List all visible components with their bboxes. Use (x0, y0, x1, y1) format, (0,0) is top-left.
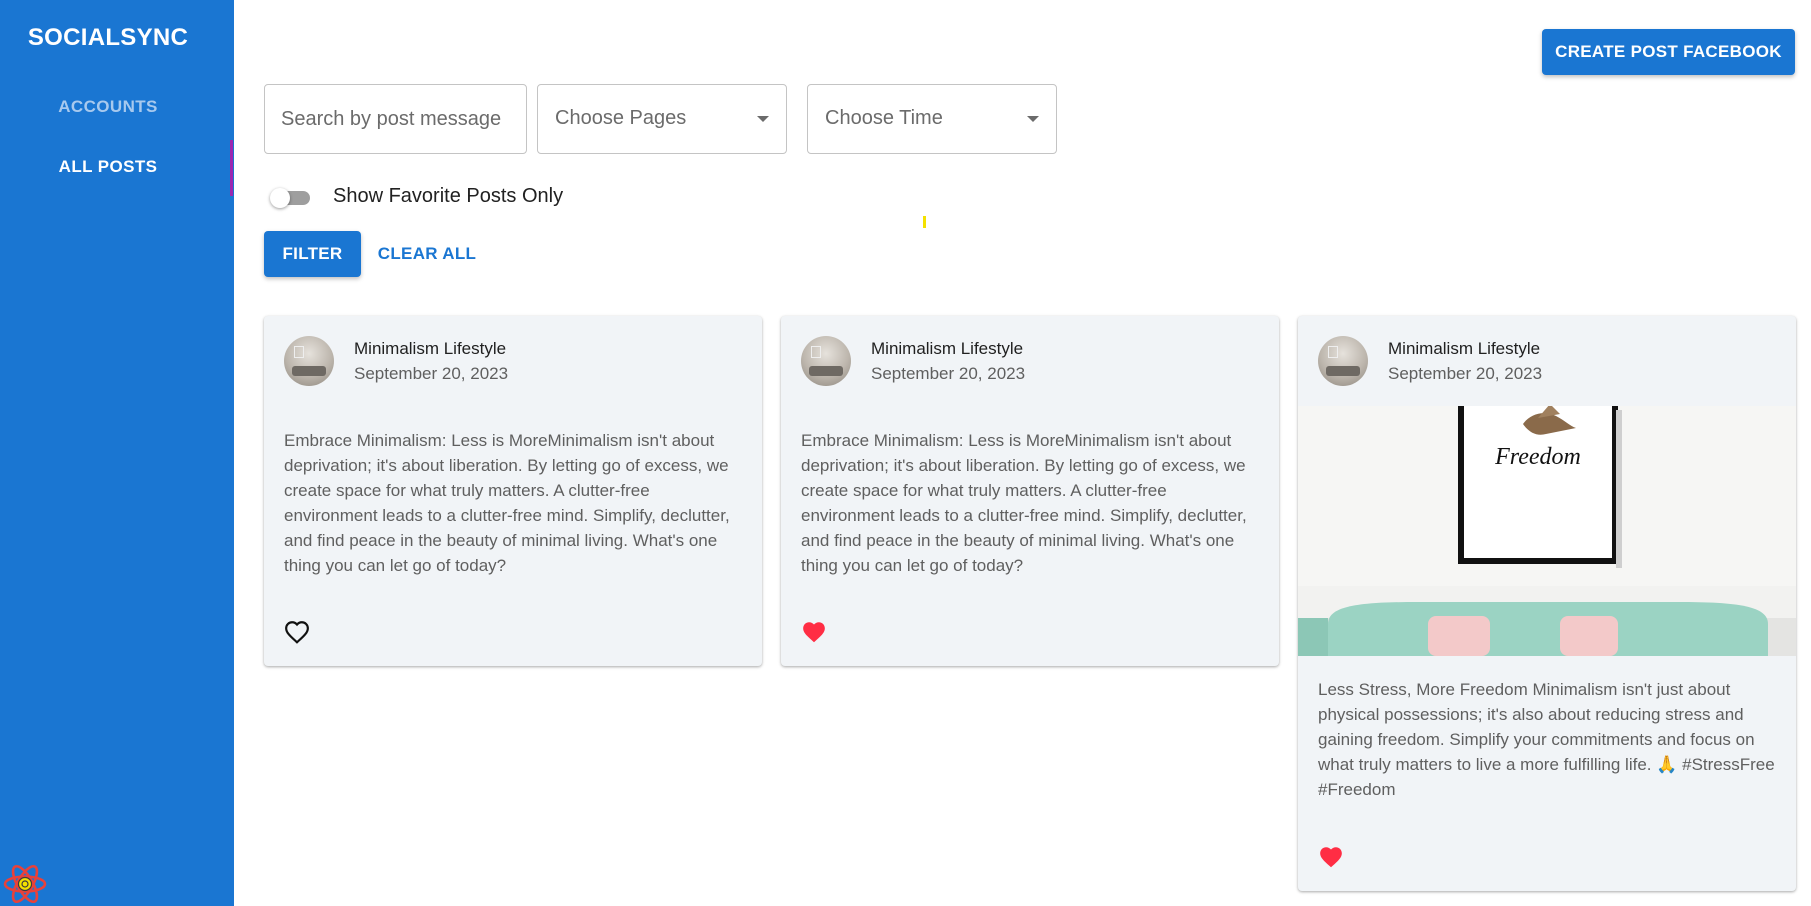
decorative-mark (923, 216, 926, 228)
post-author: Minimalism Lifestyle (871, 339, 1024, 358)
caret-down-icon (1027, 116, 1039, 122)
time-select-placeholder: Choose Time (825, 107, 943, 129)
heart-filled-icon[interactable] (1318, 845, 1344, 869)
pages-select-placeholder: Choose Pages (555, 107, 687, 129)
caret-down-icon (757, 116, 769, 122)
brand-title: SOCIALSYNC (27, 24, 189, 51)
search-field (264, 84, 527, 154)
heart-filled-icon[interactable] (801, 620, 827, 644)
toggle-thumb (270, 188, 290, 208)
post-message: Less Stress, More Freedom Minimalism isn… (1318, 680, 1775, 799)
sidebar-item-all-posts[interactable]: ALL POSTS (0, 157, 216, 177)
image-caption-text: Freedom (1494, 444, 1581, 470)
avatar (284, 336, 334, 386)
sidebar: SOCIALSYNC ACCOUNTS ALL POSTS (0, 0, 234, 906)
avatar (801, 336, 851, 386)
post-card: Minimalism Lifestyle September 20, 2023 … (1298, 316, 1796, 891)
create-post-facebook-button[interactable]: CREATE POST FACEBOOK (1542, 29, 1795, 75)
time-select[interactable]: Choose Time (807, 84, 1057, 154)
heart-outline-icon[interactable] (284, 620, 310, 644)
post-date: September 20, 2023 (1388, 364, 1543, 383)
post-message: Embrace Minimalism: Less is MoreMinimali… (801, 431, 1247, 575)
post-card: Minimalism Lifestyle September 20, 2023 … (264, 316, 762, 666)
favorites-toggle[interactable] (270, 186, 320, 210)
clear-all-button[interactable]: CLEAR ALL (370, 231, 484, 277)
sidebar-item-accounts[interactable]: ACCOUNTS (0, 97, 216, 117)
post-message: Embrace Minimalism: Less is MoreMinimali… (284, 431, 730, 575)
active-nav-indicator (230, 140, 233, 196)
post-author: Minimalism Lifestyle (1388, 339, 1541, 358)
react-logo-icon[interactable] (2, 862, 48, 906)
post-image: Freedom (1298, 406, 1796, 656)
search-input[interactable] (265, 85, 526, 153)
filter-button[interactable]: FILTER (264, 231, 361, 277)
favorites-toggle-label: Show Favorite Posts Only (333, 185, 564, 207)
post-date: September 20, 2023 (871, 364, 1026, 383)
pages-select[interactable]: Choose Pages (537, 84, 787, 154)
avatar (1318, 336, 1368, 386)
post-date: September 20, 2023 (354, 364, 509, 383)
post-card: Minimalism Lifestyle September 20, 2023 … (781, 316, 1279, 666)
post-author: Minimalism Lifestyle (354, 339, 507, 358)
